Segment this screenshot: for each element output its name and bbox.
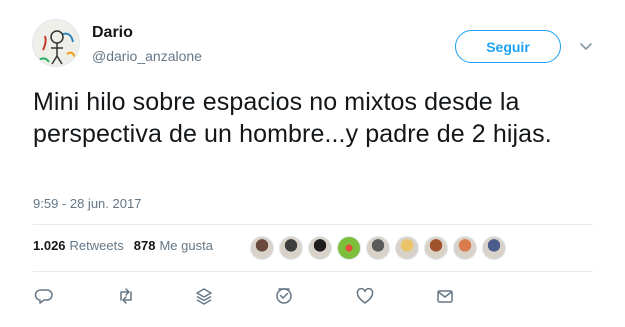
liker-avatar[interactable] <box>482 236 506 260</box>
liker-avatar[interactable] <box>366 236 390 260</box>
liker-avatar[interactable] <box>395 236 419 260</box>
direct-message-icon[interactable] <box>435 286 455 306</box>
reply-icon[interactable] <box>34 286 54 306</box>
retweets-label: Retweets <box>69 238 124 253</box>
liker-avatar[interactable] <box>250 236 274 260</box>
tweet-actions <box>34 286 464 306</box>
liker-avatar[interactable] <box>424 236 448 260</box>
tweet-text: Mini hilo sobre espacios no mixtos desde… <box>33 88 552 148</box>
liker-avatar[interactable] <box>453 236 477 260</box>
user-handle[interactable]: @dario_anzalone <box>92 48 202 64</box>
follow-button[interactable]: Seguir <box>455 30 561 63</box>
likes-stat[interactable]: 878 Me gusta <box>134 238 213 253</box>
liker-avatar[interactable] <box>279 236 303 260</box>
likes-label: Me gusta <box>159 238 213 253</box>
tweet-stats: 1.026 Retweets 878 Me gusta <box>33 238 223 253</box>
divider <box>33 224 593 225</box>
user-display-name[interactable]: Dario <box>92 24 133 42</box>
avatar[interactable] <box>32 19 80 67</box>
liker-avatar[interactable] <box>337 236 361 260</box>
divider <box>33 271 593 272</box>
retweets-stat[interactable]: 1.026 Retweets <box>33 238 124 253</box>
liker-avatars <box>250 236 511 260</box>
tweet-timestamp[interactable]: 9:59 - 28 jun. 2017 <box>33 196 141 211</box>
liker-avatar[interactable] <box>308 236 332 260</box>
retweets-count: 1.026 <box>33 238 66 253</box>
like-icon[interactable] <box>355 286 375 306</box>
likes-count: 878 <box>133 238 156 253</box>
chevron-down-icon[interactable] <box>578 38 594 54</box>
moment-icon[interactable] <box>274 286 294 306</box>
retweet-icon[interactable] <box>116 286 136 306</box>
stack-icon[interactable] <box>194 286 214 306</box>
